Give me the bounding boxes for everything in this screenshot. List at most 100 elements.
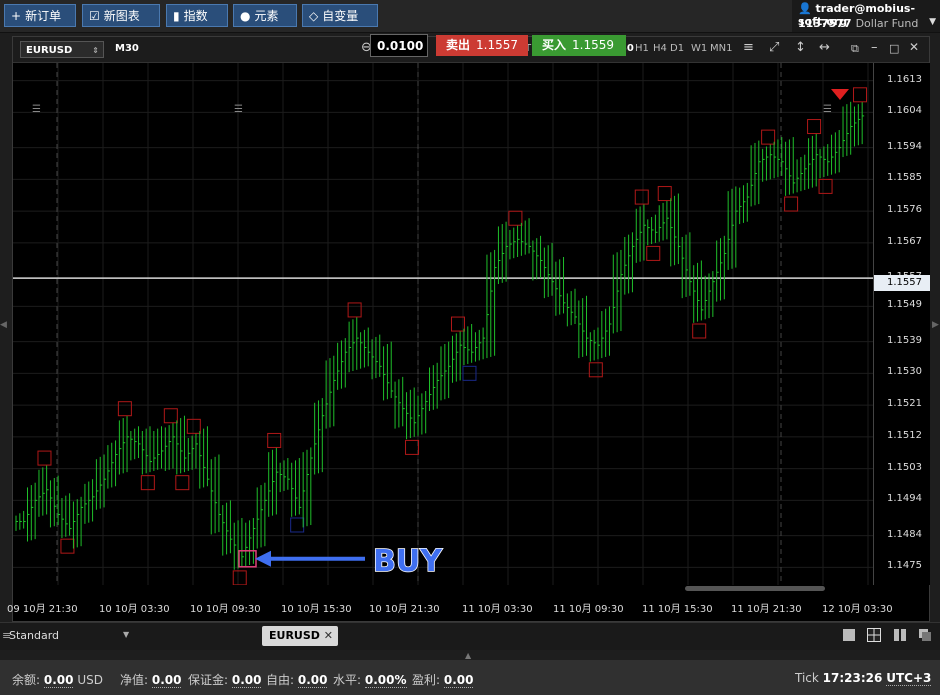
right-panel-toggle-icon[interactable]: ▶ (932, 320, 940, 340)
fractal-up-marker (634, 189, 649, 205)
account-dropdown-icon[interactable]: ▼ (929, 17, 936, 27)
time-label: 11 10月 15:30 (642, 604, 713, 615)
grid-handle-icon[interactable]: ☰ (234, 104, 243, 115)
layout-grid-icon[interactable] (867, 628, 881, 642)
grid-handle-icon[interactable]: ☰ (32, 104, 41, 115)
buy-annotation-label: BUY (373, 544, 443, 579)
fractal-up-marker (761, 129, 776, 145)
vertical-line-icon[interactable]: ↕ (795, 40, 806, 55)
layout-columns-icon[interactable] (893, 628, 907, 642)
workspace-bar: ≡ Standard ▼ EURUSD ✕ (0, 622, 940, 650)
indicators-button[interactable]: ▮ 指数 (166, 4, 228, 27)
fractal-up-marker (186, 418, 201, 434)
time-label: 10 10月 09:30 (190, 604, 261, 615)
fractal-up-marker (807, 119, 822, 135)
tick-time: Tick 17:23:26 UTC+3 (795, 671, 932, 686)
detach-window-icon[interactable]: ⧉ (851, 42, 859, 56)
account-fund: Dollar Fund (855, 17, 919, 30)
workspace-name[interactable]: Standard (9, 629, 59, 642)
left-panel-toggle-icon[interactable]: ◀ (0, 320, 8, 340)
trendline-icon[interactable]: ⤢ (769, 40, 779, 55)
maximize-icon[interactable]: □ (889, 42, 899, 55)
fractal-up-marker (267, 432, 282, 448)
time-label: 10 10月 15:30 (281, 604, 352, 615)
profit: 盈利: 0.00 (412, 673, 474, 688)
fractal-down-marker (646, 245, 661, 261)
buy-arrow-head (255, 550, 271, 567)
time-label: 10 10月 03:30 (99, 604, 170, 615)
fractal-down-marker (60, 538, 75, 554)
diamond-icon: ◇ (309, 9, 319, 23)
fractal-up-marker (657, 186, 672, 202)
margin: 保证金: 0.00 (188, 673, 262, 688)
ohlc-chart[interactable]: BUY (13, 63, 873, 586)
fractal-up-marker (37, 450, 52, 466)
symbol-selector[interactable]: EURUSD ⇕ (20, 41, 104, 58)
price-axis[interactable]: 1.1613 1.1604 1.1594 1.1585 1.1576 1.1567 1.15… (873, 63, 930, 585)
price-label: 1.1512 (887, 429, 922, 441)
fractal-up-marker (508, 210, 523, 226)
fractal-down-marker (784, 196, 799, 212)
close-icon[interactable]: ✕ (909, 40, 919, 54)
layout-cascade-icon[interactable] (918, 628, 932, 642)
time-label: 11 10月 03:30 (462, 604, 533, 615)
price-label: 1.1576 (887, 204, 922, 216)
timeframe-w1[interactable]: W1 (691, 43, 707, 54)
collapse-panel-icon[interactable]: ▲ (465, 651, 471, 660)
main-toolbar: + 新订单 ☑ 新图表 ▮ 指数 ● 元素 ◇ 自变量 👤 trader@mobius-s… (0, 0, 940, 33)
timeframe-d1[interactable]: D1 (670, 43, 684, 54)
fractal-down-marker (290, 517, 305, 533)
fractal-down-marker (588, 362, 603, 378)
time-label: 10 10月 21:30 (369, 604, 440, 615)
price-plot[interactable]: BUY ☰ ☰ ☰ (13, 63, 873, 586)
chart-box-icon: ☑ (89, 9, 100, 23)
minimize-icon[interactable]: – (871, 40, 878, 55)
status-bar: 余额: 0.00 USD 净值: 0.00 保证金: 0.00 自由: 0.00… (0, 660, 940, 695)
grid-handle-icon[interactable]: ☰ (823, 104, 832, 115)
price-label: 1.1613 (887, 73, 922, 85)
fractal-up-marker (853, 87, 868, 103)
time-label: 11 10月 21:30 (731, 604, 802, 615)
timeframe-h1[interactable]: H1 (635, 43, 649, 54)
lot-size-input[interactable]: 0.0100 (370, 34, 428, 57)
timeframe-h4[interactable]: H4 (653, 43, 667, 54)
buy-button[interactable]: 买入 1.1559 (532, 35, 626, 56)
chart-tab-eurusd[interactable]: EURUSD ✕ (262, 626, 338, 646)
sell-button[interactable]: 卖出 1.1557 (436, 35, 528, 56)
bar-chart-icon: ▮ (173, 9, 180, 23)
indicators-list-icon[interactable]: ≡ (743, 40, 754, 55)
horizontal-scrollbar[interactable] (685, 586, 825, 591)
fractal-down-marker (818, 178, 833, 194)
plus-icon: + (11, 9, 22, 23)
timeframe-mn1[interactable]: MN1 (710, 43, 732, 54)
fractal-down-marker (405, 439, 420, 455)
time-label: 12 10月 03:30 (822, 604, 893, 615)
spinner-icon: ⇕ (92, 46, 99, 55)
price-label: 1.1503 (887, 461, 922, 473)
price-label: 1.1567 (887, 235, 922, 247)
new-chart-button[interactable]: ☑ 新图表 (82, 4, 160, 27)
price-label: 1.1549 (887, 299, 922, 311)
account-number: 1137577 (798, 17, 852, 30)
tab-close-icon[interactable]: ✕ (324, 626, 333, 646)
layout-single-icon[interactable] (842, 628, 856, 642)
time-label: 09 10月 21:30 (7, 604, 78, 615)
elements-button[interactable]: ● 元素 (233, 4, 297, 27)
account-panel[interactable]: 👤 trader@mobius-soft.org 1137577 Dollar F… (792, 0, 940, 32)
current-timeframe: M30 (115, 43, 139, 54)
user-icon: 👤 (798, 2, 812, 15)
margin-level: 水平: 0.00% (333, 673, 407, 688)
price-label: 1.1530 (887, 366, 922, 378)
free-margin: 自由: 0.00 (266, 673, 328, 688)
new-order-button[interactable]: + 新订单 (4, 4, 76, 27)
variables-button[interactable]: ◇ 自变量 (302, 4, 378, 27)
price-label: 1.1585 (887, 172, 922, 184)
workspace-dropdown-icon[interactable]: ▼ (123, 630, 129, 639)
price-label: 1.1604 (887, 105, 922, 117)
timezone-selector[interactable]: UTC+3 (886, 671, 932, 686)
horizontal-line-icon[interactable]: ↔ (819, 40, 830, 55)
equity: 净值: 0.00 (120, 673, 182, 688)
price-label: 1.1494 (887, 493, 922, 505)
fractal-down-marker (692, 323, 707, 339)
fractal-down-marker (232, 570, 247, 586)
